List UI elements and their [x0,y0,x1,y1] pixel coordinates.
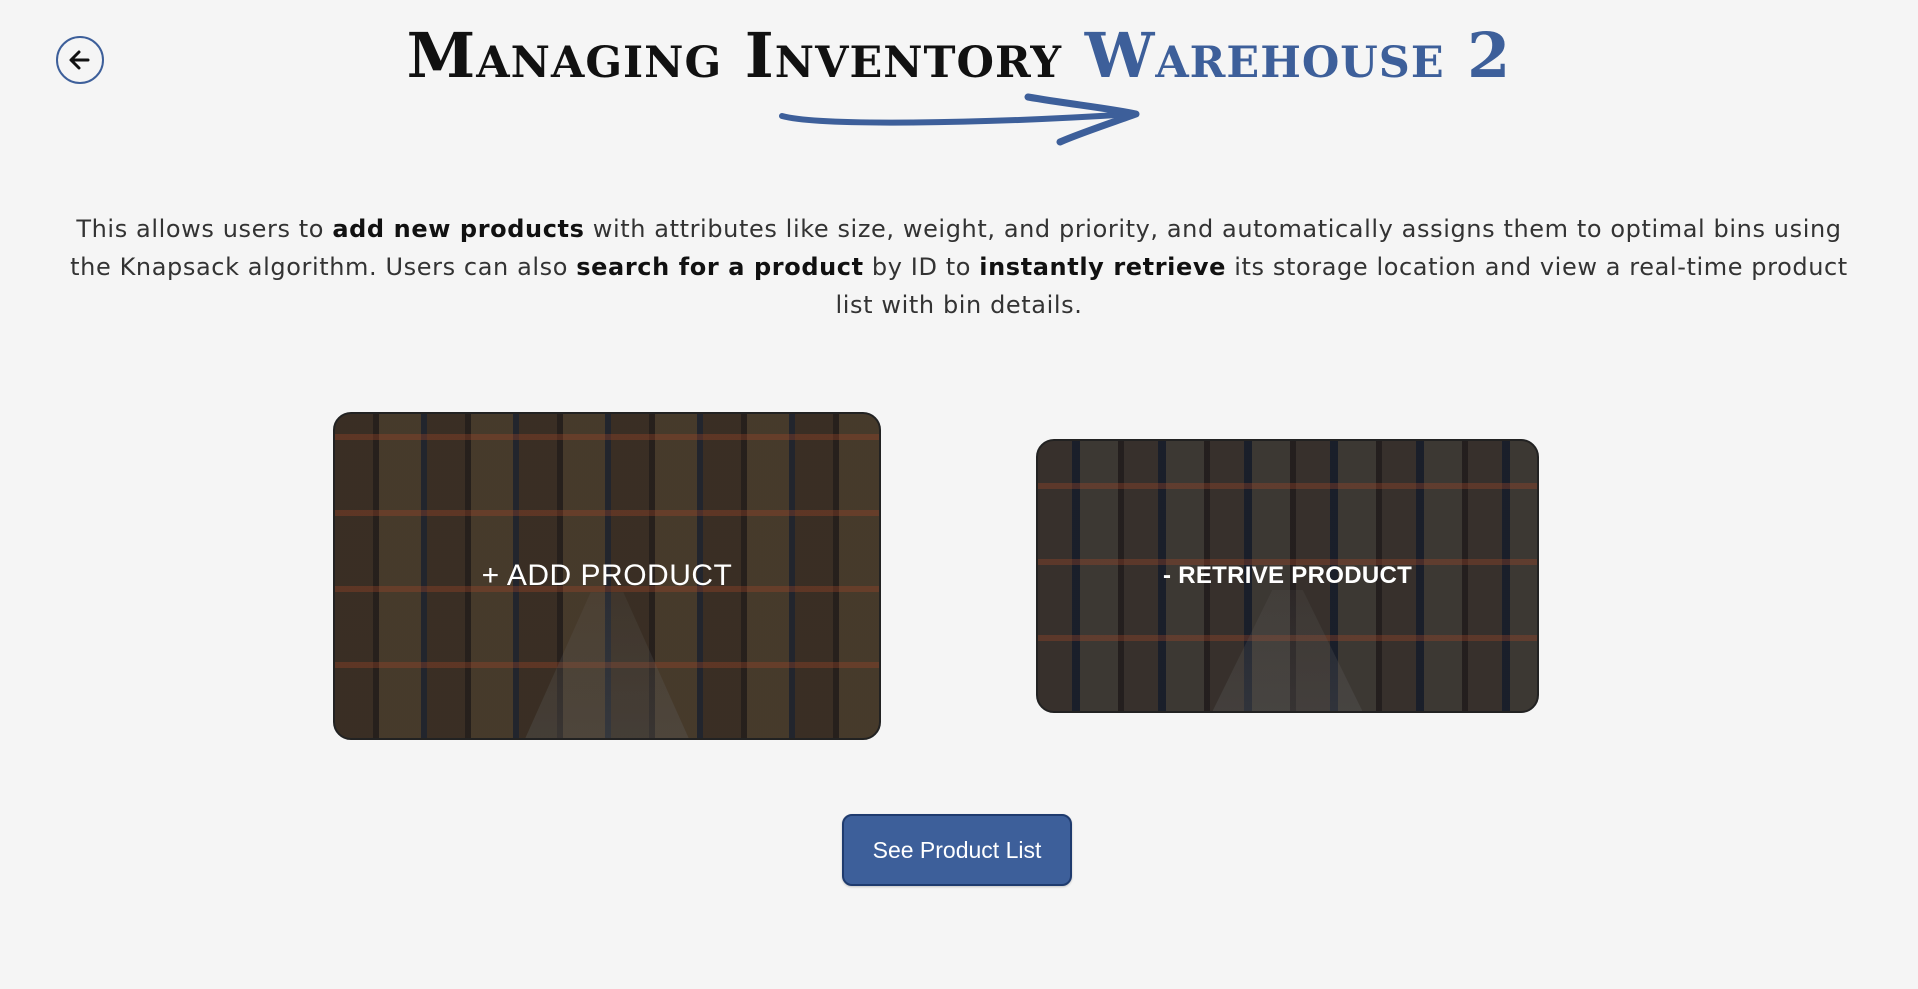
add-product-label: + ADD PRODUCT [481,559,733,592]
retrieve-product-label: - RETRIVE PRODUCT [1162,562,1413,589]
title-main: Managing Inventory [406,19,1063,92]
title-warehouse: Warehouse 2 [1084,19,1512,92]
warehouse-floor-image [1212,589,1363,711]
retrieve-product-card[interactable]: - RETRIVE PRODUCT [1036,439,1539,713]
page-description: This allows users to add new products wi… [52,210,1866,324]
description-text-3: by ID to [863,253,980,281]
page-title: Managing Inventory Warehouse 2 [0,18,1918,94]
description-bold-add: add new products [332,215,585,243]
decorative-arrow-icon [779,93,1140,146]
description-bold-search: search for a product [576,253,864,281]
warehouse-floor-image [525,592,689,738]
add-product-card[interactable]: + ADD PRODUCT [333,412,881,740]
see-product-list-button[interactable]: See Product List [842,814,1072,886]
description-bold-retrieve: instantly retrieve [979,253,1226,281]
description-text-1: This allows users to [76,215,333,243]
